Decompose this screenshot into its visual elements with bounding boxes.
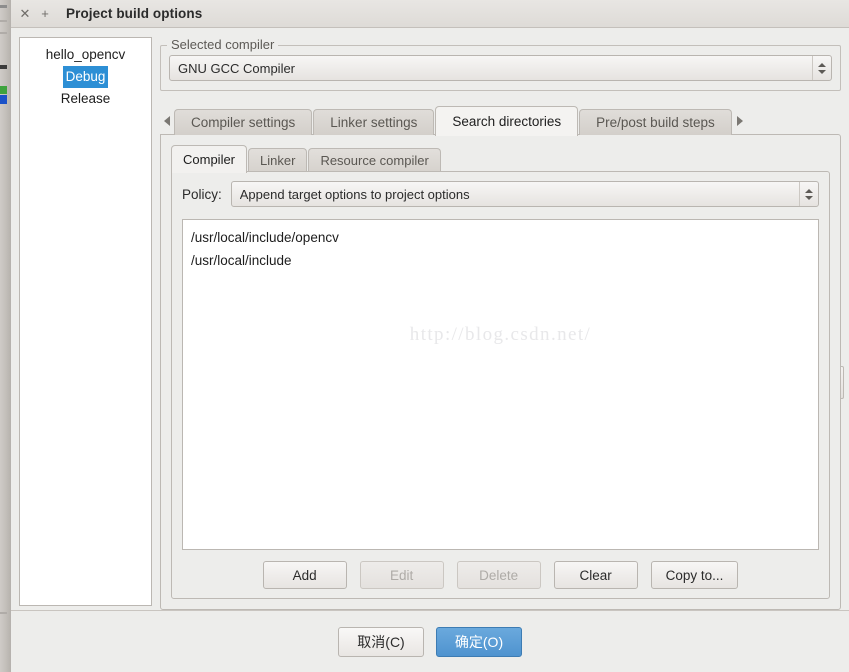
tab-label: Pre/post build steps	[596, 115, 715, 130]
button-label: Delete	[479, 567, 519, 583]
compiler-dirs-page: Policy: Append target options to project…	[171, 171, 830, 599]
inner-tab-compiler[interactable]: Compiler	[171, 145, 248, 173]
notebook-tabbar: Compiler settings Linker settings Search…	[160, 105, 841, 136]
title-bar: ✕ + Project build options	[11, 0, 849, 28]
bg-strip	[0, 5, 7, 8]
chevron-down-icon	[804, 195, 813, 200]
clear-button[interactable]: Clear	[553, 561, 638, 589]
tree-item-hello-opencv[interactable]: hello_opencv	[20, 44, 151, 66]
inner-tab-label: Linker	[260, 153, 296, 168]
bg-strip	[0, 95, 7, 104]
dialog-body: hello_opencv Debug Release Selected comp…	[11, 28, 849, 672]
button-label: Clear	[579, 567, 612, 583]
tree-item-label: Release	[60, 91, 111, 106]
edit-button[interactable]: Edit	[359, 561, 444, 589]
button-label: Copy to...	[665, 567, 724, 583]
selected-compiler-value: GNU GCC Compiler	[178, 60, 296, 76]
bg-strip	[0, 86, 7, 94]
policy-combobox[interactable]: Append target options to project options	[230, 181, 819, 207]
tab-label: Linker settings	[330, 115, 418, 130]
bg-strip	[0, 32, 7, 34]
tree-item-label: hello_opencv	[45, 47, 126, 62]
watermark-text: http://blog.csdn.net/	[409, 324, 592, 345]
list-item[interactable]: /usr/local/include	[191, 249, 810, 272]
bg-strip	[0, 612, 7, 614]
inner-tab-label: Resource compiler	[320, 153, 429, 168]
inner-tab-resource-compiler[interactable]: Resource compiler	[308, 148, 441, 172]
copy-to-button[interactable]: Copy to...	[650, 561, 739, 589]
tab-scroll-right-button[interactable]	[733, 107, 747, 135]
button-label: Add	[292, 567, 317, 583]
project-build-options-dialog: ✕ + Project build options hello_opencv D…	[10, 0, 849, 672]
chevron-up-icon	[804, 188, 813, 193]
arrow-right-icon	[736, 116, 743, 126]
list-item[interactable]: /usr/local/include/opencv	[191, 226, 810, 249]
ok-button[interactable]: 确定(O)	[436, 626, 522, 657]
project-target-tree[interactable]: hello_opencv Debug Release	[19, 37, 152, 606]
dialog-upper-area: hello_opencv Debug Release Selected comp…	[11, 28, 849, 610]
window-title: Project build options	[66, 6, 203, 21]
arrow-left-icon	[164, 116, 170, 126]
search-directories-page: Compiler Linker Resource compiler Policy…	[160, 134, 841, 610]
tab-pre-post-build-steps[interactable]: Pre/post build steps	[579, 109, 732, 135]
combobox-spinner-icon[interactable]	[799, 182, 817, 206]
tab-linker-settings[interactable]: Linker settings	[313, 109, 435, 135]
policy-label: Policy:	[182, 186, 222, 202]
bg-strip	[0, 65, 7, 69]
dialog-footer: 取消(C) 确定(O)	[11, 610, 849, 672]
button-label: Edit	[389, 567, 414, 583]
button-label: 确定(O)	[454, 633, 504, 650]
tab-compiler-settings[interactable]: Compiler settings	[174, 109, 313, 135]
tab-scroll-left-button[interactable]	[160, 107, 174, 135]
combobox-spinner-icon[interactable]	[812, 56, 830, 80]
chevron-up-icon	[817, 62, 826, 67]
tree-item-label: Debug	[62, 66, 109, 88]
add-button[interactable]: Add	[262, 561, 347, 589]
build-options-notebook: Compiler settings Linker settings Search…	[160, 105, 841, 610]
close-icon[interactable]: ✕	[17, 6, 33, 22]
delete-button[interactable]: Delete	[456, 561, 541, 589]
inner-tab-linker[interactable]: Linker	[248, 148, 308, 172]
selected-compiler-group: Selected compiler GNU GCC Compiler	[160, 37, 841, 91]
tree-item-debug[interactable]: Debug	[20, 66, 151, 88]
background-window-sliver	[0, 0, 10, 672]
button-label: 取消(C)	[357, 633, 405, 650]
right-column: Selected compiler GNU GCC Compiler Compi…	[160, 37, 841, 610]
tab-label: Compiler settings	[191, 115, 296, 130]
tab-label: Search directories	[452, 114, 562, 129]
policy-value: Append target options to project options	[239, 186, 470, 202]
inner-tab-label: Compiler	[183, 152, 236, 167]
search-dirs-inner-tabbar: Compiler Linker Resource compiler	[171, 144, 830, 173]
plus-icon[interactable]: +	[37, 6, 53, 22]
directory-action-buttons: Add Edit Delete Clear Copy to...	[182, 561, 819, 589]
tab-search-directories[interactable]: Search directories	[435, 106, 579, 136]
cancel-button[interactable]: 取消(C)	[338, 626, 424, 657]
selected-compiler-combobox[interactable]: GNU GCC Compiler	[169, 55, 832, 81]
tree-item-release[interactable]: Release	[20, 88, 151, 110]
chevron-down-icon	[817, 69, 826, 74]
search-directories-list[interactable]: /usr/local/include/opencv /usr/local/inc…	[182, 219, 819, 550]
policy-row: Policy: Append target options to project…	[182, 181, 819, 207]
bg-strip	[0, 20, 7, 22]
selected-compiler-group-label: Selected compiler	[167, 37, 279, 52]
